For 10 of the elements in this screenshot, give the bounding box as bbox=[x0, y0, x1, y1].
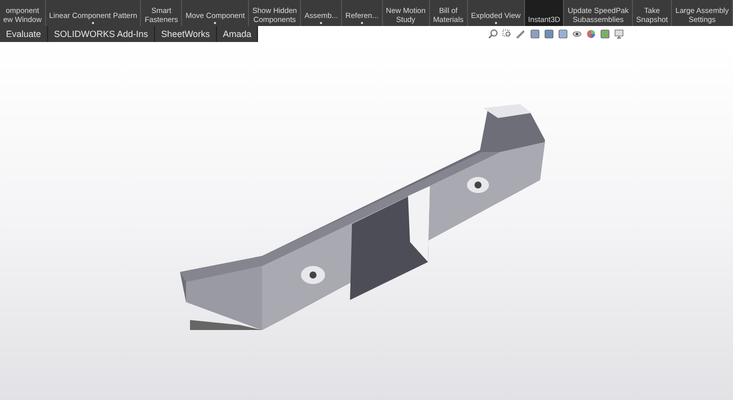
zoom-area-icon[interactable] bbox=[502, 29, 512, 39]
zoom-icon[interactable] bbox=[488, 29, 498, 39]
command-tab[interactable]: Amada bbox=[216, 26, 258, 42]
command-tab[interactable]: SheetWorks bbox=[155, 26, 217, 42]
monitor-icon[interactable] bbox=[614, 29, 624, 39]
command-tab[interactable]: SOLIDWORKS Add-Ins bbox=[48, 26, 156, 42]
eye-icon[interactable] bbox=[572, 29, 582, 39]
appearance-icon[interactable] bbox=[586, 29, 596, 39]
pencil-icon[interactable] bbox=[516, 29, 526, 39]
command-tab[interactable]: Evaluate bbox=[0, 26, 48, 42]
